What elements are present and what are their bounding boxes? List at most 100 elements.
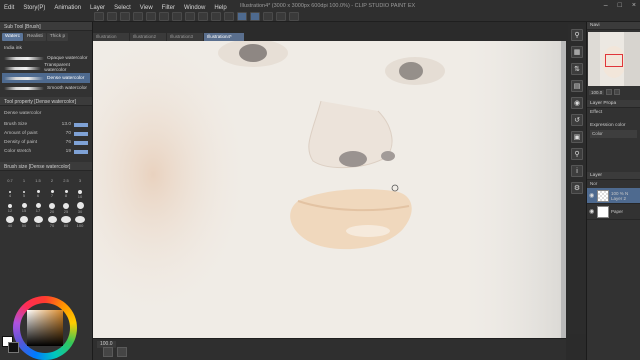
brush-size-option[interactable]: 2.5 bbox=[60, 174, 72, 186]
transform-icon[interactable] bbox=[185, 12, 195, 21]
brush-size-option[interactable]: 2 bbox=[46, 174, 58, 186]
undo-icon[interactable] bbox=[133, 12, 143, 21]
brush-size-option[interactable]: 15 bbox=[18, 202, 30, 214]
menu-help[interactable]: Help bbox=[214, 5, 226, 11]
search-icon[interactable]: ⚲ bbox=[571, 148, 583, 160]
layer-row[interactable]: ◉ 100 % N Layer 2 bbox=[587, 188, 640, 204]
sort-icon[interactable]: ⇅ bbox=[571, 63, 583, 75]
brush-size-option[interactable]: 8 bbox=[60, 188, 72, 200]
maximize-icon[interactable]: □ bbox=[618, 2, 622, 9]
save-icon[interactable] bbox=[120, 12, 130, 21]
redo-icon[interactable] bbox=[146, 12, 156, 21]
brush-size-option[interactable]: 40 bbox=[4, 216, 16, 228]
prop-slider[interactable] bbox=[74, 122, 88, 127]
deselect-icon[interactable] bbox=[198, 12, 208, 21]
brush-size-option[interactable]: 17 bbox=[32, 202, 44, 214]
zoom-in-icon[interactable] bbox=[614, 89, 621, 95]
tab-illustration2[interactable]: Illustration2 bbox=[130, 33, 166, 41]
layer-row[interactable]: ◉ Paper bbox=[587, 204, 640, 220]
menu-view[interactable]: View bbox=[140, 5, 153, 11]
brush-size-option[interactable]: 70 bbox=[46, 216, 58, 228]
brush-size-option[interactable]: 3 bbox=[74, 174, 86, 186]
brush-dense-watercolor[interactable]: Dense watercolor bbox=[2, 73, 90, 83]
brush-opaque-watercolor[interactable]: Opaque watercolor bbox=[2, 53, 90, 63]
color-wheel[interactable] bbox=[13, 296, 77, 360]
layers-icon[interactable]: ▤ bbox=[571, 80, 583, 92]
brush-size-option[interactable]: 5 bbox=[18, 188, 30, 200]
prop-slider[interactable] bbox=[74, 140, 88, 145]
brush-size-option[interactable]: 30 bbox=[74, 202, 86, 214]
clear-icon[interactable] bbox=[159, 12, 169, 21]
open-icon[interactable] bbox=[107, 12, 117, 21]
prop-amount-of-paint[interactable]: Amount of paint 70 bbox=[0, 129, 92, 138]
tab-thick-paint[interactable]: Thick p bbox=[46, 33, 69, 41]
info-icon[interactable]: i bbox=[571, 165, 583, 177]
brush-transparent-watercolor[interactable]: Transparent watercolor bbox=[2, 63, 90, 73]
fit-icon[interactable] bbox=[103, 347, 113, 357]
tool-property-preset[interactable]: Dense watercolor bbox=[0, 106, 92, 120]
menu-edit[interactable]: Edit bbox=[4, 5, 14, 11]
minimize-icon[interactable]: – bbox=[604, 2, 608, 9]
gear-icon[interactable] bbox=[289, 12, 299, 21]
brush-size-option[interactable]: 25 bbox=[60, 202, 72, 214]
canvas-paper[interactable] bbox=[93, 41, 561, 338]
brush-size-option[interactable]: 1 bbox=[18, 174, 30, 186]
fill-icon[interactable] bbox=[172, 12, 182, 21]
new-icon[interactable] bbox=[94, 12, 104, 21]
menu-story[interactable]: Story(P) bbox=[23, 5, 45, 11]
prop-density-of-paint[interactable]: Density of paint 76 bbox=[0, 138, 92, 147]
tab-watercolor[interactable]: Waterc bbox=[2, 33, 24, 41]
expression-color-select[interactable]: Color bbox=[590, 130, 637, 138]
grid-icon[interactable]: ▦ bbox=[571, 46, 583, 58]
tab-illustration[interactable]: Illustration bbox=[93, 33, 129, 41]
menu-layer[interactable]: Layer bbox=[90, 5, 105, 11]
blend-mode-select[interactable]: Nor bbox=[587, 180, 640, 188]
menu-window[interactable]: Window bbox=[184, 5, 205, 11]
prop-color-stretch[interactable]: Color stretch 19 bbox=[0, 147, 92, 156]
history-icon[interactable]: ↺ bbox=[571, 114, 583, 126]
snap-guide-icon[interactable] bbox=[250, 12, 260, 21]
sub-color-swatch[interactable] bbox=[8, 342, 19, 353]
material-icon[interactable]: ▣ bbox=[571, 131, 583, 143]
invert-selection-icon[interactable] bbox=[211, 12, 221, 21]
brush-india-ink[interactable]: India ink bbox=[2, 43, 90, 53]
close-icon[interactable]: × bbox=[632, 2, 636, 9]
tab-illustration3[interactable]: Illustration3 bbox=[167, 33, 203, 41]
zoom-out-icon[interactable] bbox=[606, 89, 613, 95]
brush-size-option[interactable]: 4 bbox=[4, 188, 16, 200]
brush-size-option[interactable]: 10 bbox=[74, 188, 86, 200]
eye-icon[interactable]: ◉ bbox=[589, 192, 595, 199]
snap-grid-icon[interactable] bbox=[263, 12, 273, 21]
brush-size-option[interactable]: 20 bbox=[46, 202, 58, 214]
brush-size-option[interactable]: 100 bbox=[74, 216, 86, 228]
brush-size-option[interactable]: 7 bbox=[46, 188, 58, 200]
prop-brush-size[interactable]: Brush Size 13.0 bbox=[0, 120, 92, 129]
settings-icon[interactable] bbox=[276, 12, 286, 21]
settings-icon[interactable]: ⚙ bbox=[571, 182, 583, 194]
tab-illustration4[interactable]: Illustration4* bbox=[204, 33, 244, 41]
tab-realistic[interactable]: Realisti bbox=[24, 33, 46, 41]
brush-size-option[interactable]: 6 bbox=[32, 188, 44, 200]
snap-ruler-icon[interactable] bbox=[237, 12, 247, 21]
brush-size-option[interactable]: 50 bbox=[18, 216, 30, 228]
canvas-area[interactable] bbox=[93, 41, 566, 338]
brush-size-option[interactable]: 0.7 bbox=[4, 174, 16, 186]
navigator-preview[interactable] bbox=[588, 32, 640, 86]
color-icon[interactable]: ◉ bbox=[571, 97, 583, 109]
eye-icon[interactable]: ◉ bbox=[589, 208, 595, 215]
navigator-view-box[interactable] bbox=[605, 54, 623, 67]
brush-size-option[interactable]: 80 bbox=[60, 216, 72, 228]
navigator-zoom[interactable]: 100.0 bbox=[589, 89, 605, 95]
prop-slider[interactable] bbox=[74, 131, 88, 136]
menu-animation[interactable]: Animation bbox=[54, 5, 81, 11]
brush-size-option[interactable]: 1.5 bbox=[32, 174, 44, 186]
prop-slider[interactable] bbox=[74, 149, 88, 154]
brush-size-option[interactable]: 12 bbox=[4, 202, 16, 214]
menu-filter[interactable]: Filter bbox=[162, 5, 175, 11]
grid-icon[interactable] bbox=[117, 347, 127, 357]
ruler-icon[interactable] bbox=[224, 12, 234, 21]
zoom-icon[interactable]: ⚲ bbox=[571, 29, 583, 41]
brush-size-option[interactable]: 60 bbox=[32, 216, 44, 228]
menu-select[interactable]: Select bbox=[114, 5, 131, 11]
saturation-value-square[interactable] bbox=[27, 310, 63, 346]
